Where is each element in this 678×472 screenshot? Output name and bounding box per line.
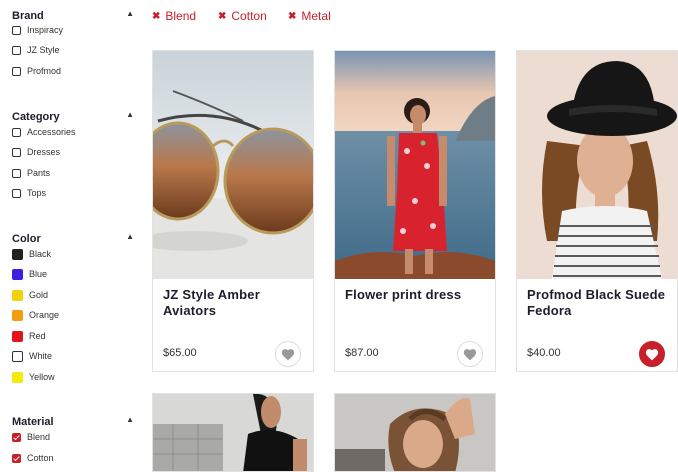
filter-option-white[interactable]: White [12, 349, 52, 363]
brand-facet-title: Brand [12, 10, 44, 22]
product-card[interactable]: Profmod Black Suede Fedora $40.00 [516, 50, 678, 372]
option-label: Tops [27, 188, 47, 198]
filter-option-profmod[interactable]: Profmod [12, 64, 61, 78]
filter-option-blue[interactable]: Blue [12, 267, 47, 281]
option-label: Accessories [27, 127, 76, 137]
favorite-button[interactable] [275, 341, 301, 367]
product-image-model-portrait[interactable] [335, 394, 495, 471]
remove-filter-icon[interactable]: ✖ [218, 11, 226, 22]
heart-icon [463, 348, 477, 360]
filter-option-cotton[interactable]: Cotton [12, 451, 54, 465]
checkbox[interactable] [12, 147, 21, 157]
chevron-up-icon[interactable]: ▲ [126, 108, 134, 122]
filter-option-orange[interactable]: Orange [12, 308, 59, 322]
product-price: $65.00 [163, 347, 197, 359]
option-label: Dresses [27, 147, 61, 157]
filter-option-blend[interactable]: Blend [12, 430, 50, 444]
filter-option-black[interactable]: Black [12, 247, 51, 261]
material-facet-title: Material [12, 416, 54, 428]
checkbox[interactable] [12, 45, 21, 55]
chevron-up-icon[interactable]: ▲ [126, 230, 134, 244]
filter-sidebar: Brand ▲ Inspiracy JZ Style Profmod Categ… [0, 0, 146, 472]
option-label: Orange [29, 310, 60, 320]
color-facet-title: Color [12, 233, 41, 245]
chip-label: Cotton [231, 9, 267, 23]
filter-option-jz-style[interactable]: JZ Style [12, 43, 60, 57]
heart-icon [281, 348, 295, 360]
color-swatch[interactable] [12, 289, 23, 301]
product-image-black-top[interactable] [153, 394, 313, 471]
chip-label: Metal [301, 9, 331, 23]
active-filter-chip-metal[interactable]: ✖ Metal [288, 8, 331, 24]
color-swatch[interactable] [12, 309, 23, 321]
remove-filter-icon[interactable]: ✖ [288, 11, 296, 22]
checkbox-checked[interactable] [12, 432, 21, 442]
material-facet-header[interactable]: Material ▲ [12, 412, 136, 428]
color-swatch[interactable] [12, 371, 23, 383]
chip-label: Blend [165, 9, 197, 23]
category-facet-header[interactable]: Category ▲ [12, 107, 136, 123]
option-label: JZ Style [27, 45, 60, 55]
filter-option-red[interactable]: Red [12, 329, 46, 343]
filter-option-tops[interactable]: Tops [12, 186, 46, 200]
option-label: Profmod [27, 66, 62, 76]
filter-option-dresses[interactable]: Dresses [12, 145, 60, 159]
checkbox[interactable] [12, 66, 21, 76]
color-swatch[interactable] [12, 330, 23, 342]
product-title[interactable]: Flower print dress [345, 287, 493, 303]
checkbox[interactable] [12, 127, 21, 137]
option-label: Blue [29, 269, 48, 279]
product-title[interactable]: JZ Style Amber Aviators [163, 287, 311, 319]
option-label: White [29, 351, 53, 361]
checkbox-checked[interactable] [12, 453, 21, 463]
checkbox[interactable] [12, 188, 21, 198]
product-card[interactable]: Flower print dress $87.00 [334, 50, 496, 372]
option-label: Yellow [29, 372, 55, 382]
color-swatch[interactable] [12, 248, 23, 260]
product-card[interactable] [334, 393, 496, 472]
color-swatch[interactable] [12, 268, 23, 280]
option-label: Inspiracy [27, 25, 64, 35]
active-filter-chip-blend[interactable]: ✖ Blend [152, 8, 196, 24]
product-title[interactable]: Profmod Black Suede Fedora [527, 287, 675, 319]
option-label: Black [29, 249, 52, 259]
filter-option-yellow[interactable]: Yellow [12, 370, 55, 384]
checkbox[interactable] [12, 168, 21, 178]
product-price: $87.00 [345, 347, 379, 359]
product-card[interactable]: JZ Style Amber Aviators $65.00 [152, 50, 314, 372]
option-label: Pants [27, 168, 51, 178]
product-price: $40.00 [527, 347, 561, 359]
brand-facet-header[interactable]: Brand ▲ [12, 6, 136, 22]
favorite-button[interactable] [457, 341, 483, 367]
option-label: Cotton [27, 453, 54, 463]
filter-option-inspiracy[interactable]: Inspiracy [12, 23, 63, 37]
category-facet-title: Category [12, 111, 60, 123]
filter-option-pants[interactable]: Pants [12, 166, 50, 180]
heart-icon [645, 348, 659, 360]
chevron-up-icon[interactable]: ▲ [126, 7, 134, 21]
product-card[interactable] [152, 393, 314, 472]
color-facet-header[interactable]: Color ▲ [12, 229, 136, 245]
option-label: Gold [29, 290, 49, 300]
product-image-flower-dress[interactable] [335, 51, 495, 279]
active-filter-chip-cotton[interactable]: ✖ Cotton [218, 8, 267, 24]
favorite-button[interactable] [639, 341, 665, 367]
option-label: Red [29, 331, 46, 341]
option-label: Blend [27, 432, 51, 442]
chevron-up-icon[interactable]: ▲ [126, 413, 134, 427]
filter-option-accessories[interactable]: Accessories [12, 125, 76, 139]
remove-filter-icon[interactable]: ✖ [152, 11, 160, 22]
product-image-sunglasses[interactable] [153, 51, 313, 279]
color-swatch[interactable] [12, 350, 23, 362]
checkbox[interactable] [12, 25, 21, 35]
product-image-fedora[interactable] [517, 51, 677, 279]
filter-option-gold[interactable]: Gold [12, 288, 48, 302]
